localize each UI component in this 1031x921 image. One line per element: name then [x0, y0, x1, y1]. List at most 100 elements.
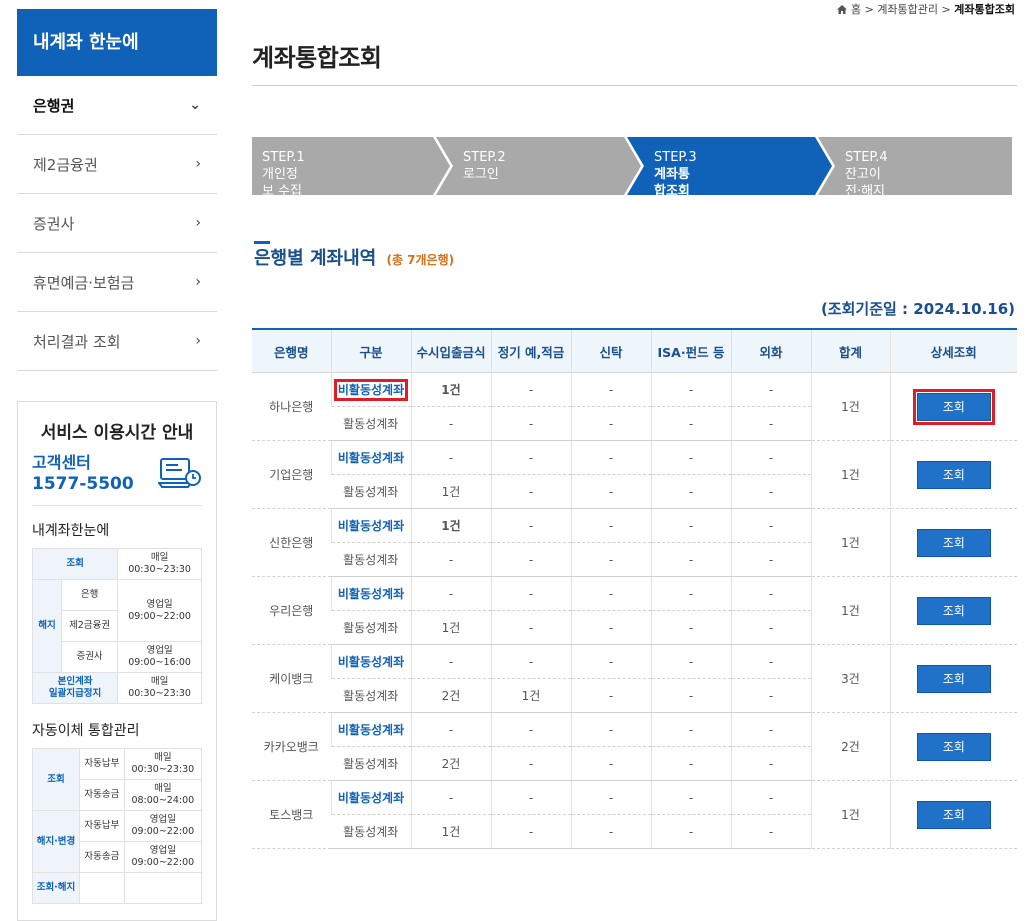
chevron-right-icon: › [195, 333, 201, 349]
hours-head: 해지·변경 [32, 810, 80, 873]
sidebar-item-bank[interactable]: 은행권 ⌄ [17, 76, 217, 135]
hours-sub: 은행 [60, 579, 119, 611]
active-account-label: 활동성계좌 [331, 610, 411, 645]
account-count: - [490, 576, 571, 611]
section-title: 은행별 계좌내역 (총 7개은행) [254, 241, 454, 270]
breadcrumb-home[interactable]: 홈 [851, 3, 861, 16]
detail-view-button[interactable]: 조회 [916, 800, 991, 829]
inactive-account-link[interactable]: 비활동성계좌 [338, 655, 404, 669]
account-count: - [410, 406, 491, 441]
account-count: - [730, 474, 811, 509]
account-count: 1건 [410, 508, 491, 543]
inactive-account-link[interactable]: 비활동성계좌 [338, 519, 404, 533]
column-header: 구분 [330, 328, 411, 373]
bank-name: 토스뱅크 [252, 780, 331, 849]
account-count: - [650, 372, 731, 407]
account-count: - [490, 712, 571, 747]
sidebar-item-label: 은행권 [33, 96, 75, 115]
sidebar-item-secondary-finance[interactable]: 제2금융권 › [17, 135, 217, 194]
step-number: STEP.4 [845, 150, 888, 165]
account-count: - [490, 610, 571, 645]
section-title-text: 은행별 계좌내역 [254, 248, 377, 269]
active-account-label: 활동성계좌 [331, 746, 411, 781]
section-title-autotransfer: 자동이체 통합관리 [32, 723, 140, 739]
account-count: - [570, 712, 651, 747]
chevron-down-icon: ⌄ [189, 97, 201, 113]
account-count: - [730, 678, 811, 713]
detail-view-button[interactable]: 조회 [916, 460, 991, 489]
account-count: - [650, 712, 731, 747]
account-count: - [650, 610, 731, 645]
hours-table-myaccount: 조회 매일 00:30~23:30 해지 은행 영업일 09:00~22:00 … [31, 548, 202, 704]
account-count: - [410, 712, 491, 747]
hours-time: 영업일 09:00~22:00 [123, 841, 203, 873]
total-count: 2건 [810, 712, 890, 781]
column-header: 정기 예,적금 [490, 328, 571, 373]
detail-view-button[interactable]: 조회 [912, 388, 995, 425]
total-count: 1건 [810, 508, 890, 577]
breadcrumb: 홈 > 계좌통합관리 > 계좌통합조회 [837, 1, 1015, 17]
table-row: 케이뱅크 비활동성계좌 - - - - -3건 조회 [252, 644, 1017, 713]
detail-view-button[interactable]: 조회 [916, 732, 991, 761]
inactive-account-link[interactable]: 비활동성계좌 [338, 723, 404, 737]
active-account-label: 활동성계좌 [331, 678, 411, 713]
account-count: - [650, 474, 731, 509]
bank-name: 우리은행 [252, 576, 331, 645]
account-count: - [730, 780, 811, 815]
sidebar-item-results[interactable]: 처리결과 조회 › [17, 312, 217, 371]
step-number: STEP.1 [262, 150, 305, 165]
table-row: 기업은행 비활동성계좌 - - - - -1건 조회 [252, 440, 1017, 509]
account-count: 1건 [410, 610, 491, 645]
account-count: - [650, 780, 731, 815]
active-account-label: 활동성계좌 [331, 814, 411, 849]
column-header: 외화 [730, 328, 811, 373]
title-divider [252, 85, 1017, 86]
inactive-account-link[interactable]: 비활동성계좌 [333, 379, 409, 401]
account-count: - [650, 440, 731, 475]
account-count: - [730, 440, 811, 475]
table-row: 카카오뱅크 비활동성계좌 - - - - -2건 조회 [252, 712, 1017, 781]
step-label: 잔고이전·해지 [845, 167, 886, 199]
hours-time: 영업일 09:00~22:00 [123, 810, 203, 842]
account-count: - [570, 678, 651, 713]
table-row: 토스뱅크 비활동성계좌 - - - - -1건 조회 [252, 780, 1017, 849]
account-count: - [730, 406, 811, 441]
home-icon [837, 5, 848, 14]
hours-sub: 자동송금 [79, 841, 125, 873]
bank-name: 카카오뱅크 [252, 712, 331, 781]
chevron-right-icon: › [195, 274, 201, 290]
total-count: 1건 [810, 780, 890, 849]
account-count: 1건 [490, 678, 571, 713]
column-header: 상세조회 [889, 328, 1017, 373]
computer-clock-icon [158, 458, 201, 488]
account-count: 1건 [410, 372, 491, 407]
inactive-account-link[interactable]: 비활동성계좌 [338, 791, 404, 805]
account-count: - [570, 610, 651, 645]
inactive-account-link[interactable]: 비활동성계좌 [338, 587, 404, 601]
account-count: - [570, 644, 651, 679]
bank-name: 케이뱅크 [252, 644, 331, 713]
account-count: - [410, 780, 491, 815]
detail-view-button[interactable]: 조회 [916, 664, 991, 693]
account-count: - [570, 372, 651, 407]
account-count: - [570, 576, 651, 611]
detail-view-button[interactable]: 조회 [916, 528, 991, 557]
service-hours-box: 서비스 이용시간 안내 고객센터 1577-5500 내계좌한눈에 조회 매일 … [17, 401, 217, 921]
detail-view-button[interactable]: 조회 [916, 596, 991, 625]
sidebar-item-securities[interactable]: 증권사 › [17, 194, 217, 253]
account-table: 은행명 구분 수시입출금식 정기 예,적금 신탁 ISA·펀드 등 외화 합계 … [252, 328, 1017, 849]
account-count: - [570, 474, 651, 509]
account-count: - [730, 814, 811, 849]
sidebar-item-label: 휴면예금·보험금 [33, 273, 135, 292]
bank-name: 기업은행 [252, 440, 331, 509]
sidebar-item-dormant[interactable]: 휴면예금·보험금 › [17, 253, 217, 312]
account-count: 1건 [410, 474, 491, 509]
account-count: - [490, 440, 571, 475]
step-progress: STEP.1 개인정보 수집 및 이용동의 STEP.2 로그인 STEP.3 … [252, 137, 1012, 233]
inactive-account-link[interactable]: 비활동성계좌 [338, 451, 404, 465]
breadcrumb-current: 계좌통합조회 [954, 3, 1015, 16]
breadcrumb-level1[interactable]: 계좌통합관리 [877, 3, 938, 16]
account-count: - [410, 576, 491, 611]
account-count: 2건 [410, 746, 491, 781]
account-count: - [730, 542, 811, 577]
